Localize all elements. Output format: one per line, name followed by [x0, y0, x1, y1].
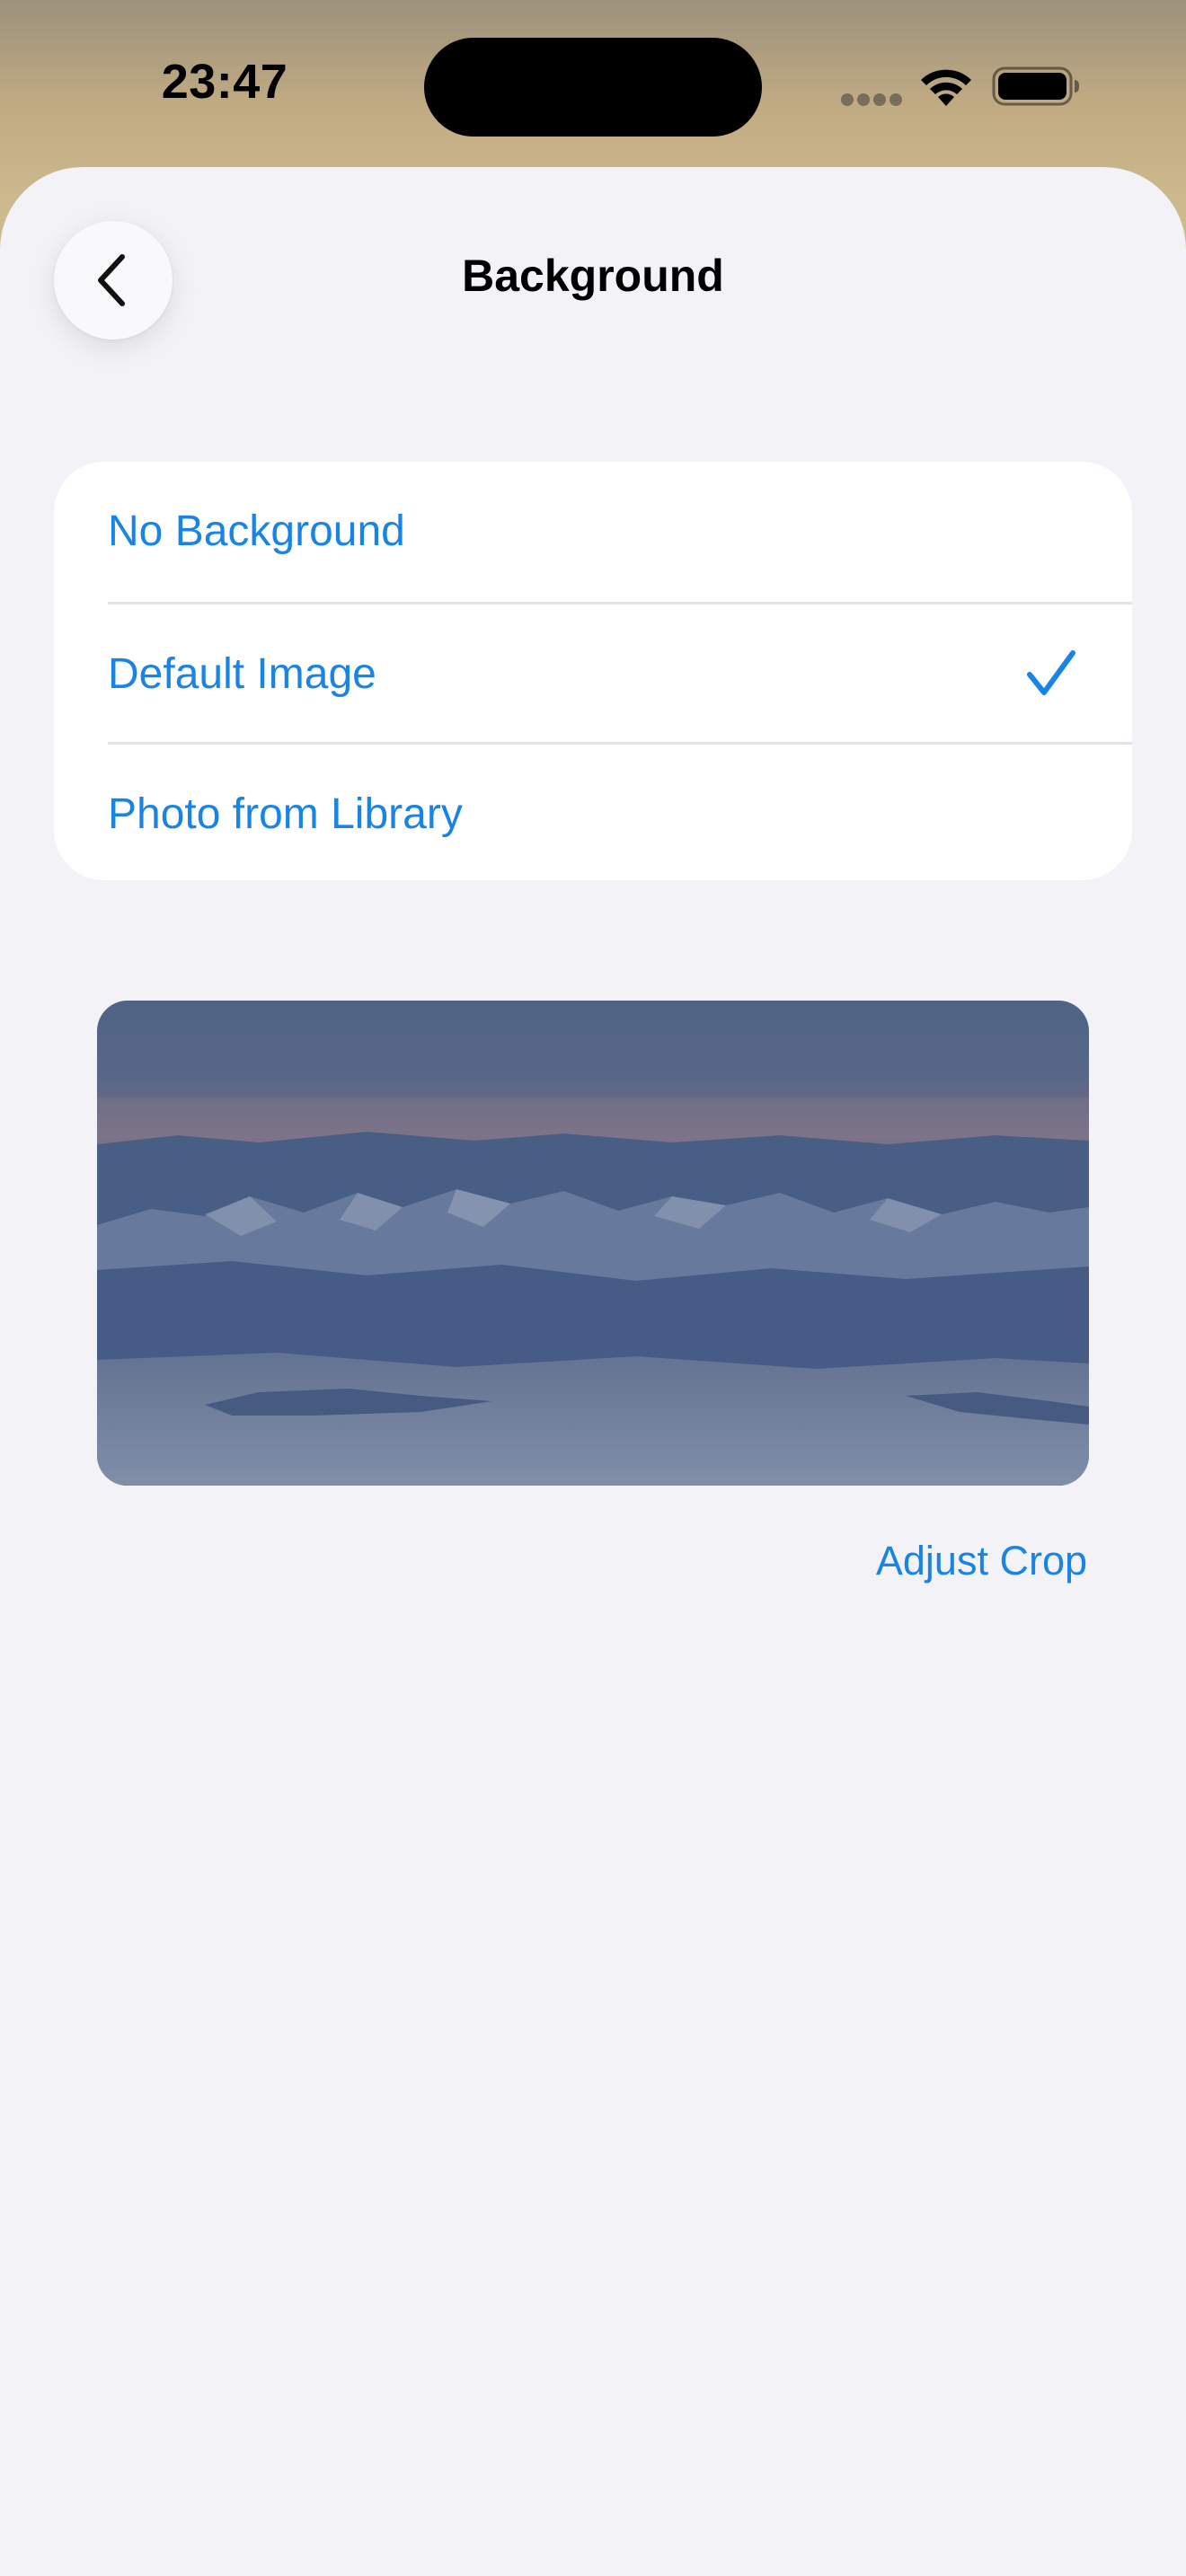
dynamic-island	[424, 38, 762, 137]
mountain-landscape-image	[97, 1001, 1089, 1486]
option-no-background[interactable]: No Background	[54, 462, 1132, 602]
option-label: No Background	[108, 507, 405, 555]
checkmark-icon	[1027, 650, 1075, 695]
background-options-list: No Background Default Image Photo from L…	[54, 462, 1132, 880]
status-time: 23:47	[161, 55, 288, 109]
option-label: Photo from Library	[108, 790, 463, 838]
page-title: Background	[462, 251, 724, 301]
battery-icon	[992, 66, 1079, 106]
option-label: Default Image	[108, 650, 376, 698]
adjust-crop-button[interactable]: Adjust Crop	[809, 1538, 1087, 1584]
cellular-dots-icon	[841, 93, 902, 106]
status-bar: 23:47	[0, 0, 1186, 167]
back-button[interactable]	[54, 221, 173, 340]
option-photo-from-library[interactable]: Photo from Library	[54, 745, 1132, 880]
option-default-image[interactable]: Default Image	[54, 604, 1132, 745]
wifi-icon	[921, 69, 971, 106]
background-preview-image	[97, 1001, 1089, 1486]
chevron-left-icon	[98, 254, 125, 306]
background-sheet: Background No Background Default Image P…	[0, 167, 1186, 2576]
